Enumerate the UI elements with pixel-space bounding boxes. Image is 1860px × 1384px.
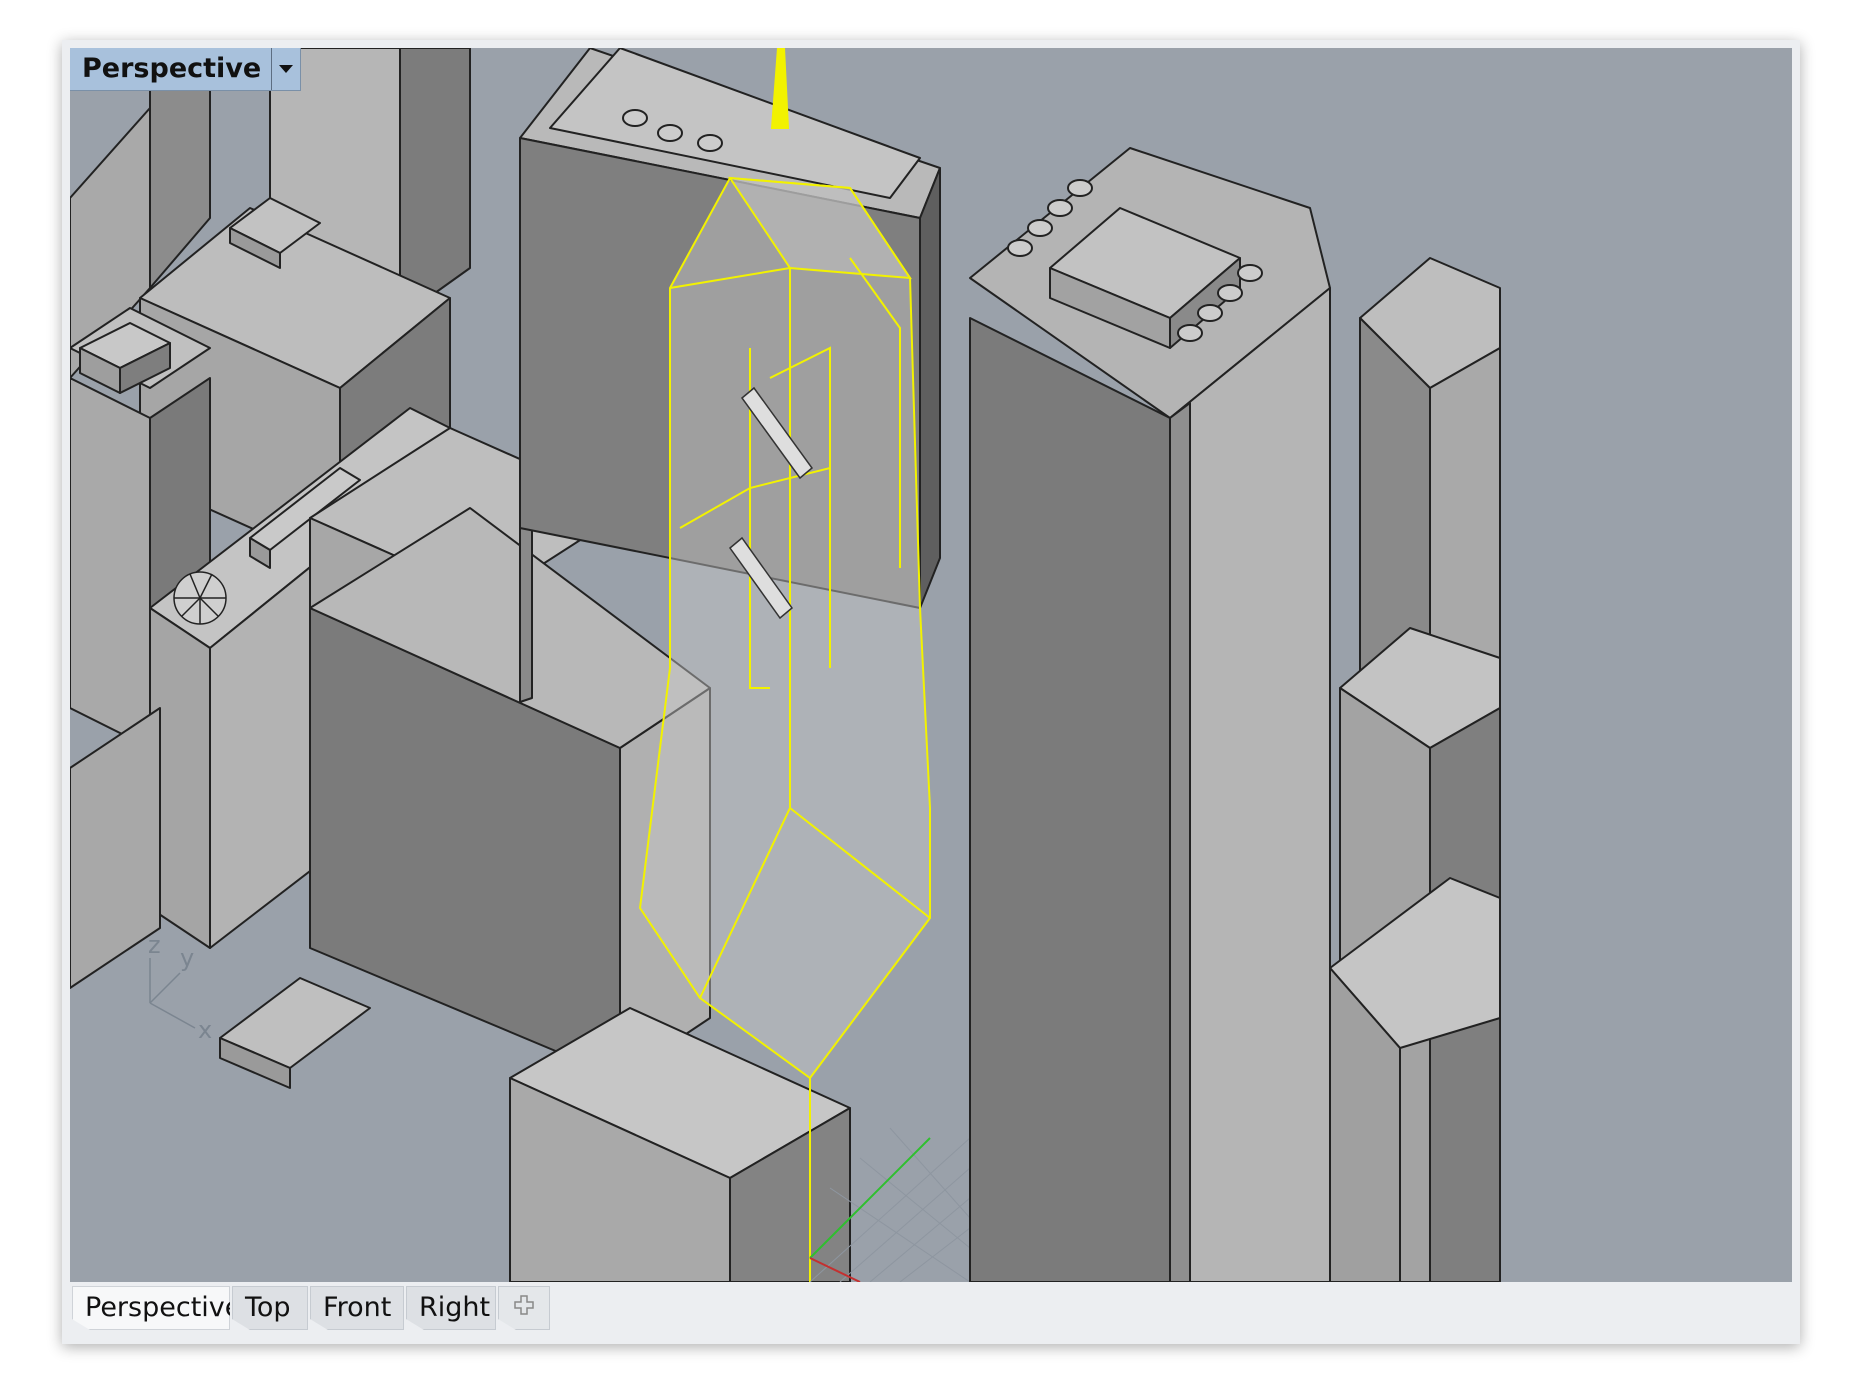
plus-icon <box>513 1287 535 1329</box>
axis-label-z: z <box>148 931 161 959</box>
axis-label-y: y <box>180 944 194 972</box>
roof-cone <box>173 571 227 625</box>
tab-top-label: Top <box>245 1292 291 1323</box>
building-left-slab-front <box>70 377 151 749</box>
tab-right[interactable]: Right <box>406 1286 496 1330</box>
tab-front-label: Front <box>323 1292 392 1323</box>
right-tower-edge <box>1169 402 1191 1282</box>
tab-perspective[interactable]: Perspective <box>72 1286 230 1330</box>
add-tab-button[interactable] <box>498 1286 550 1330</box>
tab-right-label: Right <box>419 1292 491 1323</box>
viewport-tab-bar: Perspective Top Front Right <box>70 1282 1792 1338</box>
axis-label-x: x <box>198 1016 212 1044</box>
back-tower-side <box>919 167 941 609</box>
viewport-title[interactable]: Perspective <box>70 48 271 90</box>
viewport-title-bar[interactable]: Perspective <box>70 48 302 91</box>
dropdown-triangle-icon[interactable] <box>271 48 300 90</box>
right-tower-side <box>1169 287 1331 1282</box>
tab-perspective-label: Perspective <box>85 1292 242 1323</box>
3d-scene[interactable]: z y x <box>70 48 1792 1282</box>
rhino-window: z y x Perspective Perspective Top Front … <box>62 40 1800 1344</box>
building-upper-left-side <box>399 48 471 319</box>
tab-top[interactable]: Top <box>232 1286 308 1330</box>
perspective-viewport[interactable]: z y x Perspective <box>70 48 1792 1282</box>
building-left-low-front <box>70 707 161 989</box>
right-tower-front <box>969 317 1171 1282</box>
tab-front[interactable]: Front <box>310 1286 404 1330</box>
